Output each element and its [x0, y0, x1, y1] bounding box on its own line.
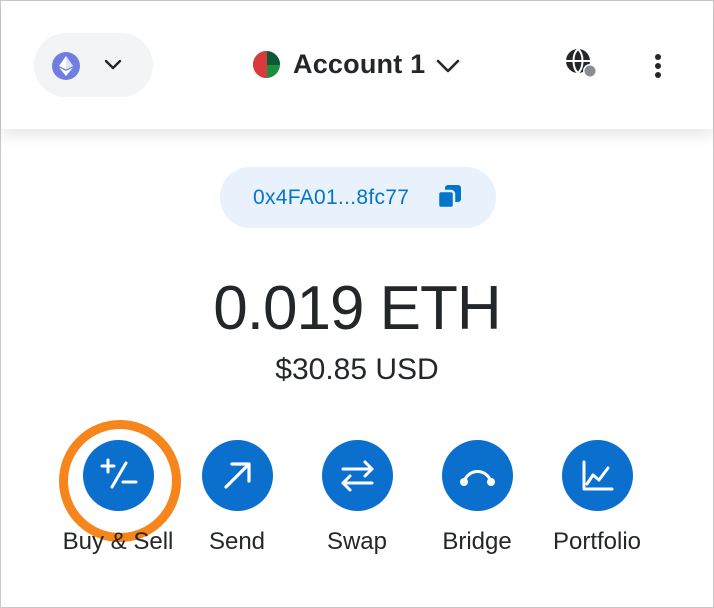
globe-icon[interactable] — [562, 46, 600, 84]
portfolio-label: Portfolio — [552, 528, 642, 555]
arrow-up-right-icon — [224, 462, 251, 489]
network-picker[interactable] — [34, 33, 153, 97]
buy-sell-circle — [83, 440, 154, 511]
app-header: Account 1 — [1, 1, 713, 129]
ethereum-icon — [52, 52, 80, 80]
chart-line-icon — [582, 460, 614, 491]
swap-circle — [322, 440, 393, 511]
plus-minus-icon — [100, 458, 138, 489]
send-circle — [202, 440, 273, 511]
account-address-copy-button[interactable]: 0x4FA01...8fc77 — [220, 167, 496, 228]
account-avatar — [253, 50, 280, 78]
bridge-icon — [460, 470, 495, 486]
copy-icon — [436, 185, 461, 210]
account-address: 0x4FA01...8fc77 — [253, 185, 410, 209]
account-name: Account 1 — [293, 48, 426, 79]
wallet-home: Account 1 0x4FA01...8fc77 0.019 ETH $30.… — [0, 0, 714, 608]
token-balance: 0.019 ETH — [213, 274, 501, 343]
swap-label: Swap — [326, 528, 388, 555]
buy-sell-label: Buy & Sell — [62, 528, 174, 555]
bridge-circle — [442, 440, 513, 511]
chevron-down-icon — [104, 59, 122, 70]
chevron-down-icon — [437, 59, 460, 73]
portfolio-circle — [562, 440, 633, 511]
account-picker[interactable]: Account 1 — [253, 41, 461, 87]
send-label: Send — [208, 528, 266, 555]
kebab-menu-icon[interactable] — [646, 49, 670, 83]
fiat-balance: $30.85 USD — [275, 353, 439, 386]
swap-arrows-icon — [341, 460, 374, 492]
bridge-label: Bridge — [442, 528, 512, 555]
